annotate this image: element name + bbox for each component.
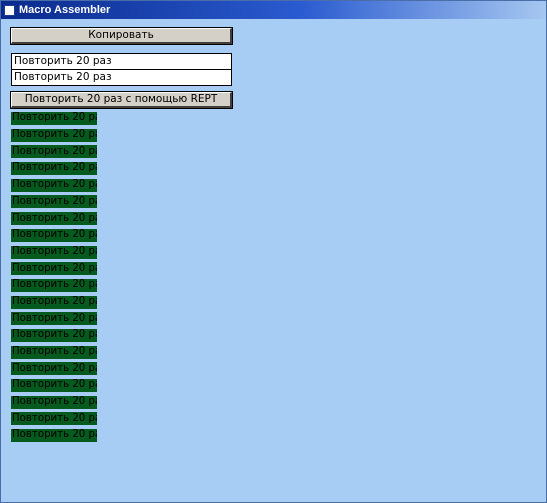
list-item: Повторить 20 раз	[11, 345, 97, 359]
list-item: Повторить 20 раз	[11, 429, 97, 443]
repeated-items-list: Повторить 20 раз Повторить 20 раз Повторит…	[11, 112, 99, 446]
list-item: Повторить 20 раз	[11, 228, 97, 242]
list-item: Повторить 20 раз	[11, 262, 97, 276]
list-item: Повторить 20 раз	[11, 395, 97, 409]
title-bar[interactable]: Macro Assembler	[1, 1, 546, 19]
list-item: Повторить 20 раз	[11, 312, 97, 326]
list-item: Повторить 20 раз	[11, 145, 97, 159]
list-item: Повторить 20 раз	[11, 379, 97, 392]
list-item: Повторить 20 раз	[11, 178, 97, 192]
list-item: Повторить 20 раз	[11, 328, 97, 342]
list-item: Повторить 20 раз	[11, 278, 97, 292]
copy-button[interactable]: Копировать	[11, 28, 232, 44]
list-item: Повторить 20 раз	[11, 362, 97, 376]
window-icon	[4, 4, 15, 16]
repeat-rept-button[interactable]: Повторить 20 раз с помощью REPT	[11, 92, 232, 108]
list-item: Повторить 20 раз	[11, 295, 97, 309]
list-item: Повторить 20 раз	[11, 162, 97, 176]
window-title: Macro Assembler	[19, 4, 111, 16]
list-item: Повторить 20 раз	[11, 112, 97, 125]
text-field-1[interactable]: Повторить 20 раз	[11, 53, 232, 70]
list-item: Повторить 20 раз	[11, 245, 97, 259]
list-item: Повторить 20 раз	[11, 195, 97, 209]
list-item: Повторить 20 раз	[11, 128, 97, 142]
list-item: Повторить 20 раз	[11, 212, 97, 226]
main-window: Macro Assembler Копировать Повторить 20 …	[0, 0, 547, 503]
list-item: Повторить 20 раз	[11, 412, 97, 426]
text-field-2[interactable]: Повторить 20 раз	[11, 69, 232, 86]
